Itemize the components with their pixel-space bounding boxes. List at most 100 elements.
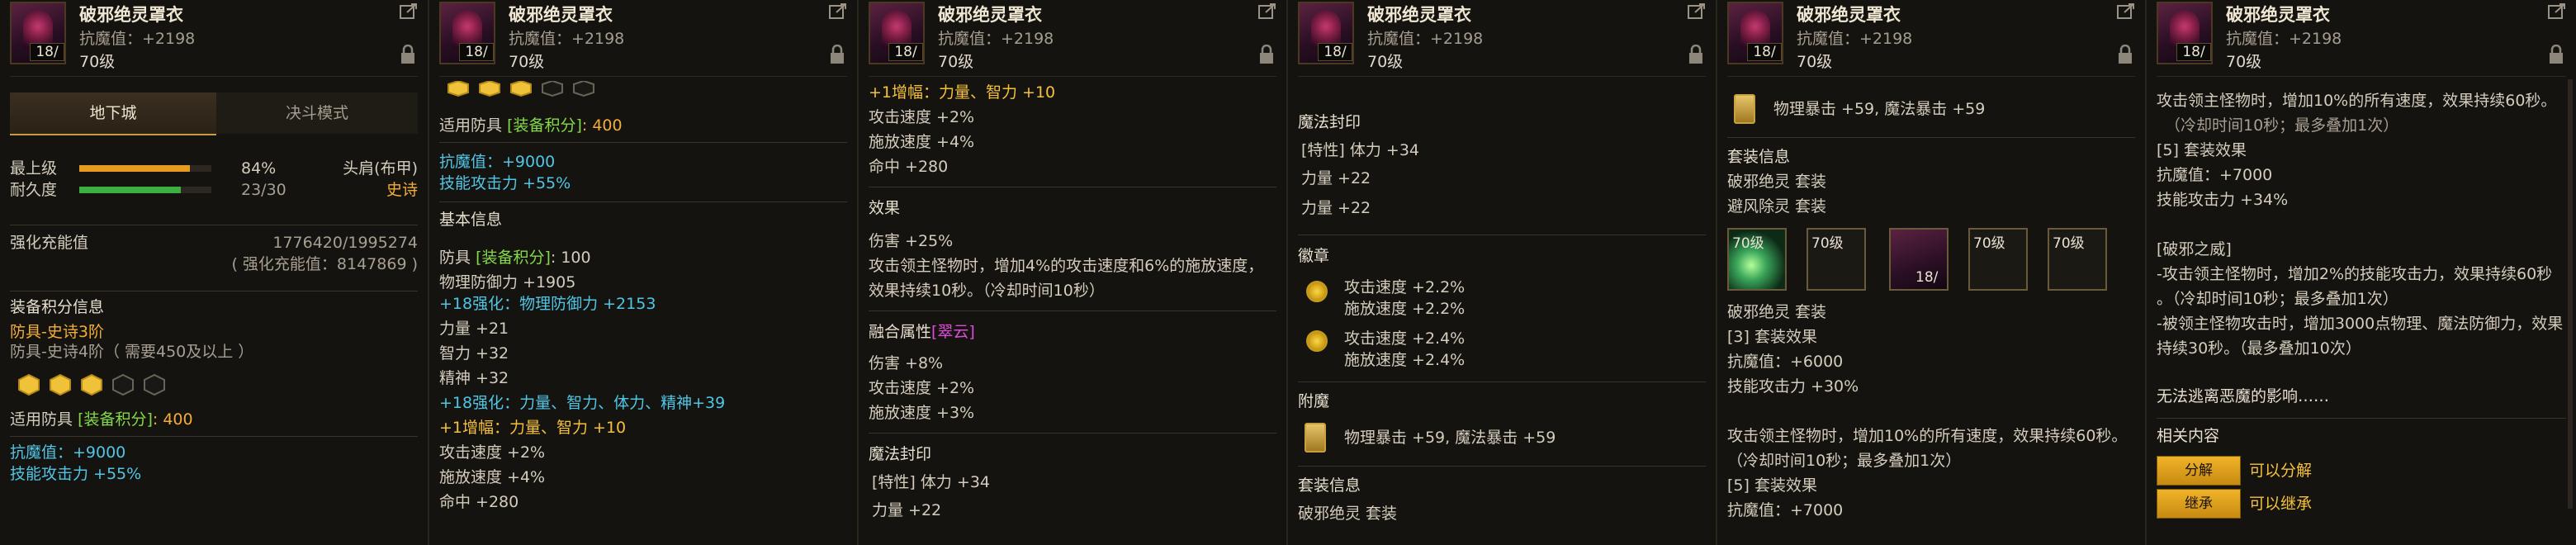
set-desc-2: （冷却时间10秒；最多叠加1次） xyxy=(1727,452,1962,470)
tooltip-panel-5: 18/ 破邪绝灵罩衣 抗魔值：+2198 70级 物理暴击 +59, 魔法暴击 … xyxy=(1717,0,2147,545)
card-level: 70级 xyxy=(2053,235,2085,252)
enchant-stats: 物理暴击 +59, 魔法暴击 +59 xyxy=(1773,100,1986,118)
enhance-charge-sub: ( 强化充能值：8147869 ) xyxy=(231,255,418,273)
applicable-armor: 适用防具 [装备积分]: 400 xyxy=(10,410,193,429)
set-name-active: 破邪绝灵 套装 xyxy=(1727,303,1827,321)
enchant-stats: 物理暴击 +59, 魔法暴击 +59 xyxy=(1344,429,1556,447)
fusion-tag: [翠云] xyxy=(931,323,975,341)
gear-score-tag: [装备积分] xyxy=(507,116,582,135)
lock-icon[interactable] xyxy=(400,45,416,64)
magic-seal-str-2: 力量 +22 xyxy=(1301,199,1371,217)
armor-label: 防具 xyxy=(439,249,471,267)
power-desc-3: -被领主怪物攻击时，增加3000点物理、魔法防御力，效果 xyxy=(2157,315,2564,333)
set-item-card[interactable]: 18/ xyxy=(1889,228,1949,291)
enchant-card-icon[interactable] xyxy=(1734,94,1755,124)
item-count: 18/ xyxy=(459,43,494,61)
item-anti-magic: 抗魔值：+2198 xyxy=(938,30,1054,48)
tooltip-panel-3: 18/ 破邪绝灵罩衣 抗魔值：+2198 70级 +1增幅：力量、智力 +10 … xyxy=(859,0,1288,545)
set-5-anti-magic: 抗魔值：+7000 xyxy=(2157,166,2273,184)
tooltip-panel-4: 18/ 破邪绝灵罩衣 抗魔值：+2198 70级 魔法封印 [特性] 体力 +3… xyxy=(1288,0,1717,545)
card-count: 18/ xyxy=(1915,269,1939,286)
rarity-label: 史诗 xyxy=(386,181,418,199)
enhance-stats: +18强化：力量、智力、体力、精神+39 xyxy=(439,394,726,412)
scrollbar[interactable] xyxy=(2568,79,2573,509)
base-info-title: 基本信息 xyxy=(439,211,503,229)
item-name: 破邪绝灵罩衣 xyxy=(938,5,1042,25)
lock-icon[interactable] xyxy=(829,45,845,64)
skill-attack-bonus: 技能攻击力 +55% xyxy=(439,174,571,192)
fusion-title: 融合属性[翠云] xyxy=(869,322,975,342)
item-header: 18/ 破邪绝灵罩衣 抗魔值：+2198 70级 xyxy=(1727,0,2135,77)
share-icon[interactable] xyxy=(829,3,847,20)
lock-icon[interactable] xyxy=(1688,45,1704,64)
flavor-text: 无法逃离恶魔的影响…… xyxy=(2157,387,2330,405)
hex-slots xyxy=(18,373,183,396)
tab-dungeon[interactable]: 地下城 xyxy=(10,92,216,135)
lock-icon[interactable] xyxy=(1258,45,1275,64)
emblem-1-attack: 攻击速度 +2.2% xyxy=(1344,278,1466,296)
share-icon[interactable] xyxy=(1688,3,1706,20)
set-name: 破邪绝灵 套装 xyxy=(1298,505,1398,523)
set-name-2: 避风除灵 套装 xyxy=(1727,197,1827,216)
enchant-card-icon[interactable] xyxy=(1305,423,1326,453)
share-icon[interactable] xyxy=(2548,3,2566,20)
enhance-phys-def: +18强化：物理防御力 +2153 xyxy=(439,295,656,313)
share-icon[interactable] xyxy=(1258,3,1276,20)
item-header: 18/ 破邪绝灵罩衣 抗魔值：+2198 70级 xyxy=(2157,0,2566,77)
set-3-skill-attack: 技能攻击力 +30% xyxy=(1727,377,1859,396)
item-anti-magic: 抗魔值：+2198 xyxy=(1797,30,1913,48)
set-item-card[interactable]: 70级 xyxy=(1968,228,2028,291)
inherit-button[interactable]: 继承 xyxy=(2157,489,2241,519)
set-5-effect: [5] 套装效果 xyxy=(2157,141,2247,159)
lock-icon[interactable] xyxy=(2548,45,2564,64)
enhance-charge-value: 1776420/1995274 xyxy=(272,234,418,252)
inherit-note: 可以继承 xyxy=(2249,495,2313,513)
item-anti-magic: 抗魔值：+2198 xyxy=(509,30,625,48)
magic-seal-trait: [特性] 体力 +34 xyxy=(1301,141,1420,159)
applicable-label: 适用防具 xyxy=(439,116,503,135)
set-item-card[interactable]: 70级 xyxy=(1807,228,1866,291)
item-icon[interactable]: 18/ xyxy=(1298,2,1354,64)
set-item-card[interactable]: 70级 xyxy=(2048,228,2107,291)
magic-seal-trait: [特性] 体力 +34 xyxy=(872,473,991,491)
item-icon[interactable]: 18/ xyxy=(1727,2,1783,64)
item-anti-magic: 抗魔值：+2198 xyxy=(2226,30,2342,48)
gear-score-value: : 100 xyxy=(550,249,591,267)
durability-label: 耐久度 xyxy=(10,181,58,199)
cast-speed: 施放速度 +4% xyxy=(869,133,975,151)
armor-tier-next: 防具-史诗4阶（ 需要450及以上 ） xyxy=(10,343,254,361)
set-3-effect: [3] 套装效果 xyxy=(1727,328,1817,346)
gear-score-value: : 400 xyxy=(152,410,193,429)
set-info-title: 套装信息 xyxy=(1727,148,1791,166)
applicable-label: 适用防具 xyxy=(10,410,73,429)
item-header: 18/ 破邪绝灵罩衣 抗魔值：+2198 70级 xyxy=(869,0,1276,77)
item-name: 破邪绝灵罩衣 xyxy=(509,5,613,25)
item-icon[interactable]: 18/ xyxy=(10,2,66,64)
item-header: 18/ 破邪绝灵罩衣 抗魔值：+2198 70级 xyxy=(10,0,418,77)
item-icon[interactable]: 18/ xyxy=(869,2,925,64)
gear-score-tag: [装备积分] xyxy=(78,410,153,429)
item-level: 70级 xyxy=(509,53,545,71)
share-icon[interactable] xyxy=(2117,3,2135,20)
stat-int: 智力 +32 xyxy=(439,344,509,363)
tab-duel[interactable]: 决斗模式 xyxy=(216,92,418,134)
item-icon[interactable]: 18/ xyxy=(439,2,495,64)
item-icon[interactable]: 18/ xyxy=(2157,2,2213,64)
armor-gear-score: 防具 [装备积分]: 100 xyxy=(439,248,591,268)
emblem-2-cast: 施放速度 +2.4% xyxy=(1344,351,1466,369)
hit-rate: 命中 +280 xyxy=(869,158,949,176)
anti-magic-bonus: 抗魔值：+9000 xyxy=(10,443,126,462)
emblem-icon[interactable] xyxy=(1306,330,1328,352)
lock-icon[interactable] xyxy=(2117,45,2133,64)
emblem-1-cast: 施放速度 +2.2% xyxy=(1344,300,1466,318)
card-level: 70级 xyxy=(1973,235,2005,252)
set-item-card[interactable]: 70级 xyxy=(1727,228,1787,291)
item-count: 18/ xyxy=(888,43,923,61)
item-name: 破邪绝灵罩衣 xyxy=(1367,5,1471,25)
emblem-icon[interactable] xyxy=(1306,281,1328,302)
related-title: 相关内容 xyxy=(2157,427,2220,445)
decompose-button[interactable]: 分解 xyxy=(2157,456,2241,486)
tooltip-panel-6: 18/ 破邪绝灵罩衣 抗魔值：+2198 70级 攻击领主怪物时，增加10%的所… xyxy=(2147,0,2576,545)
enchant-title: 附魔 xyxy=(1298,392,1330,410)
share-icon[interactable] xyxy=(400,3,418,20)
